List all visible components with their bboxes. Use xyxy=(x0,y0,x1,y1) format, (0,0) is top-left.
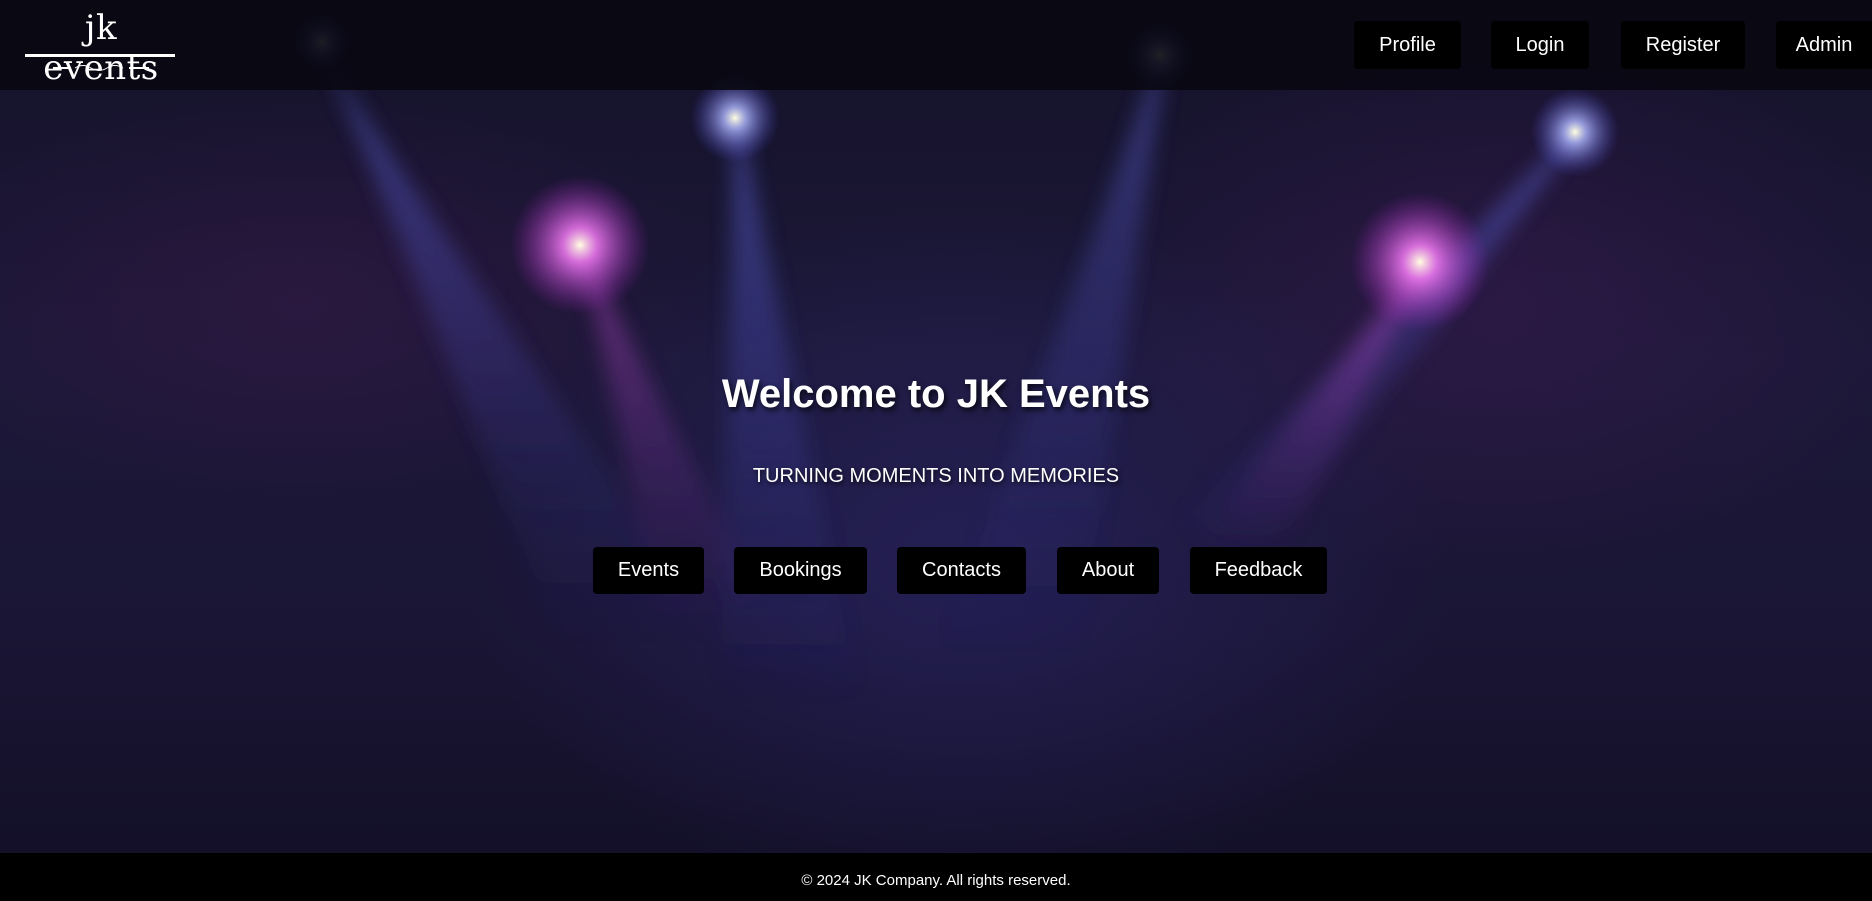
feedback-button[interactable]: Feedback xyxy=(1190,547,1327,594)
logo-text: jk events xyxy=(43,8,159,88)
top-navigation-bar: jk events Profile Login Register Admin xyxy=(0,0,1872,90)
admin-button[interactable]: Admin xyxy=(1776,21,1872,69)
page: jk events Profile Login Register Admin W… xyxy=(0,0,1872,901)
hero-title: Welcome to JK Events xyxy=(721,372,1151,416)
contacts-button[interactable]: Contacts xyxy=(897,547,1026,594)
brand-logo[interactable]: jk events xyxy=(25,8,177,88)
events-button[interactable]: Events xyxy=(593,547,704,594)
profile-button[interactable]: Profile xyxy=(1354,21,1461,69)
bookings-button[interactable]: Bookings xyxy=(734,547,867,594)
register-button[interactable]: Register xyxy=(1621,21,1745,69)
hero-tagline: TURNING MOMENTS INTO MEMORIES xyxy=(752,465,1120,487)
footer: © 2024 JK Company. All rights reserved. xyxy=(0,853,1872,901)
hero-background xyxy=(0,0,1872,901)
login-button[interactable]: Login xyxy=(1491,21,1589,69)
about-button[interactable]: About xyxy=(1057,547,1159,594)
footer-copyright: © 2024 JK Company. All rights reserved. xyxy=(801,872,1071,889)
logo-underline xyxy=(25,54,175,57)
flourish-ornament-icon xyxy=(53,65,149,71)
spotlight-beams xyxy=(292,12,1620,700)
